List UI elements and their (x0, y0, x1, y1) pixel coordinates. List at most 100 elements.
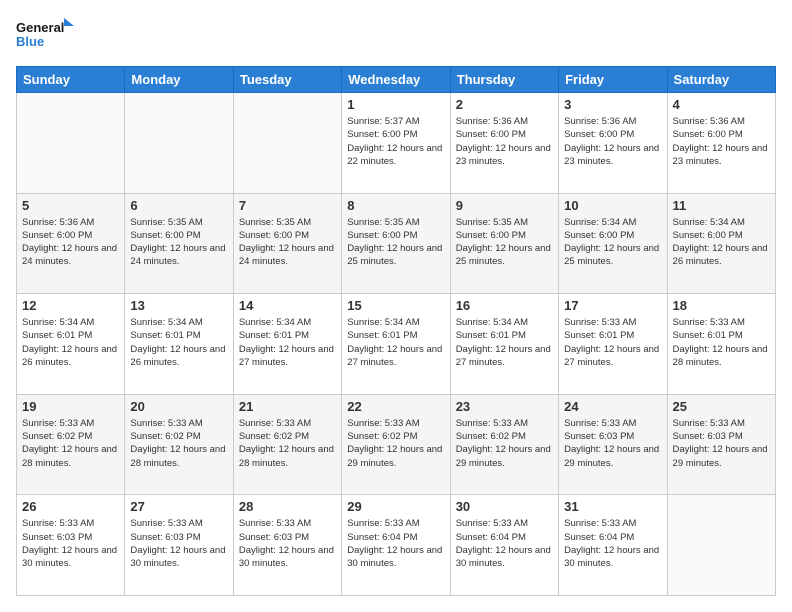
day-info: Sunrise: 5:33 AM Sunset: 6:03 PM Dayligh… (239, 517, 336, 570)
day-info: Sunrise: 5:33 AM Sunset: 6:03 PM Dayligh… (22, 517, 119, 570)
day-number: 1 (347, 97, 444, 112)
day-number: 27 (130, 499, 227, 514)
day-number: 2 (456, 97, 553, 112)
day-number: 5 (22, 198, 119, 213)
day-header-tuesday: Tuesday (233, 67, 341, 93)
day-info: Sunrise: 5:36 AM Sunset: 6:00 PM Dayligh… (456, 115, 553, 168)
day-number: 4 (673, 97, 770, 112)
day-number: 11 (673, 198, 770, 213)
calendar-cell: 14 Sunrise: 5:34 AM Sunset: 6:01 PM Dayli… (233, 294, 341, 395)
day-header-friday: Friday (559, 67, 667, 93)
day-info: Sunrise: 5:33 AM Sunset: 6:01 PM Dayligh… (564, 316, 661, 369)
day-number: 12 (22, 298, 119, 313)
calendar-cell: 17 Sunrise: 5:33 AM Sunset: 6:01 PM Dayli… (559, 294, 667, 395)
calendar-cell (125, 93, 233, 194)
day-number: 9 (456, 198, 553, 213)
day-number: 13 (130, 298, 227, 313)
calendar-cell: 31 Sunrise: 5:33 AM Sunset: 6:04 PM Dayli… (559, 495, 667, 596)
day-number: 19 (22, 399, 119, 414)
calendar-cell: 9Sunrise: 5:35 AM Sunset: 6:00 PM Daylig… (450, 193, 558, 294)
day-number: 16 (456, 298, 553, 313)
day-number: 30 (456, 499, 553, 514)
day-info: Sunrise: 5:33 AM Sunset: 6:03 PM Dayligh… (564, 417, 661, 470)
day-info: Sunrise: 5:33 AM Sunset: 6:02 PM Dayligh… (347, 417, 444, 470)
day-number: 18 (673, 298, 770, 313)
calendar-cell: 6 Sunrise: 5:35 AM Sunset: 6:00 PM Daylig… (125, 193, 233, 294)
day-number: 8 (347, 198, 444, 213)
calendar-cell: 8 Sunrise: 5:35 AM Sunset: 6:00 PM Daylig… (342, 193, 450, 294)
calendar-cell: 28Sunrise: 5:33 AM Sunset: 6:03 PM Dayli… (233, 495, 341, 596)
calendar-cell: 1 Sunrise: 5:37 AM Sunset: 6:00 PM Daylig… (342, 93, 450, 194)
day-info: Sunrise: 5:34 AM Sunset: 6:01 PM Dayligh… (347, 316, 444, 369)
day-info: Sunrise: 5:33 AM Sunset: 6:02 PM Dayligh… (130, 417, 227, 470)
day-info: Sunrise: 5:33 AM Sunset: 6:02 PM Dayligh… (456, 417, 553, 470)
calendar-cell: 29Sunrise: 5:33 AM Sunset: 6:04 PM Dayli… (342, 495, 450, 596)
svg-text:General: General (16, 20, 64, 35)
day-number: 21 (239, 399, 336, 414)
day-number: 23 (456, 399, 553, 414)
day-number: 7 (239, 198, 336, 213)
day-number: 17 (564, 298, 661, 313)
day-info: Sunrise: 5:33 AM Sunset: 6:04 PM Dayligh… (456, 517, 553, 570)
calendar-cell: 3Sunrise: 5:36 AM Sunset: 6:00 PM Daylig… (559, 93, 667, 194)
calendar-cell: 30 Sunrise: 5:33 AM Sunset: 6:04 PM Dayli… (450, 495, 558, 596)
day-info: Sunrise: 5:34 AM Sunset: 6:00 PM Dayligh… (564, 216, 661, 269)
day-info: Sunrise: 5:33 AM Sunset: 6:01 PM Dayligh… (673, 316, 770, 369)
header: General Blue (16, 16, 776, 56)
day-header-monday: Monday (125, 67, 233, 93)
day-info: Sunrise: 5:33 AM Sunset: 6:02 PM Dayligh… (22, 417, 119, 470)
day-info: Sunrise: 5:34 AM Sunset: 6:00 PM Dayligh… (673, 216, 770, 269)
day-number: 10 (564, 198, 661, 213)
day-number: 24 (564, 399, 661, 414)
day-info: Sunrise: 5:34 AM Sunset: 6:01 PM Dayligh… (130, 316, 227, 369)
day-number: 6 (130, 198, 227, 213)
calendar-cell: 27 Sunrise: 5:33 AM Sunset: 6:03 PM Dayli… (125, 495, 233, 596)
day-info: Sunrise: 5:37 AM Sunset: 6:00 PM Dayligh… (347, 115, 444, 168)
day-number: 25 (673, 399, 770, 414)
day-number: 31 (564, 499, 661, 514)
day-info: Sunrise: 5:36 AM Sunset: 6:00 PM Dayligh… (22, 216, 119, 269)
calendar-cell: 2 Sunrise: 5:36 AM Sunset: 6:00 PM Daylig… (450, 93, 558, 194)
day-info: Sunrise: 5:36 AM Sunset: 6:00 PM Dayligh… (673, 115, 770, 168)
day-number: 29 (347, 499, 444, 514)
week-row-3: 12 Sunrise: 5:34 AM Sunset: 6:01 PM Dayli… (17, 294, 776, 395)
day-header-thursday: Thursday (450, 67, 558, 93)
calendar-cell: 11 Sunrise: 5:34 AM Sunset: 6:00 PM Dayli… (667, 193, 775, 294)
calendar-cell: 18 Sunrise: 5:33 AM Sunset: 6:01 PM Dayli… (667, 294, 775, 395)
week-row-1: 1 Sunrise: 5:37 AM Sunset: 6:00 PM Daylig… (17, 93, 776, 194)
day-number: 15 (347, 298, 444, 313)
day-info: Sunrise: 5:33 AM Sunset: 6:03 PM Dayligh… (673, 417, 770, 470)
day-info: Sunrise: 5:34 AM Sunset: 6:01 PM Dayligh… (22, 316, 119, 369)
day-info: Sunrise: 5:35 AM Sunset: 6:00 PM Dayligh… (239, 216, 336, 269)
calendar-cell: 5 Sunrise: 5:36 AM Sunset: 6:00 PM Daylig… (17, 193, 125, 294)
day-header-wednesday: Wednesday (342, 67, 450, 93)
day-header-sunday: Sunday (17, 67, 125, 93)
calendar-cell: 10 Sunrise: 5:34 AM Sunset: 6:00 PM Dayli… (559, 193, 667, 294)
day-info: Sunrise: 5:33 AM Sunset: 6:02 PM Dayligh… (239, 417, 336, 470)
day-number: 14 (239, 298, 336, 313)
week-row-4: 19 Sunrise: 5:33 AM Sunset: 6:02 PM Dayli… (17, 394, 776, 495)
calendar-cell: 7 Sunrise: 5:35 AM Sunset: 6:00 PM Daylig… (233, 193, 341, 294)
calendar-cell (233, 93, 341, 194)
calendar-cell: 16Sunrise: 5:34 AM Sunset: 6:01 PM Dayli… (450, 294, 558, 395)
week-row-5: 26Sunrise: 5:33 AM Sunset: 6:03 PM Dayli… (17, 495, 776, 596)
day-header-row: SundayMondayTuesdayWednesdayThursdayFrid… (17, 67, 776, 93)
calendar-cell: 4 Sunrise: 5:36 AM Sunset: 6:00 PM Daylig… (667, 93, 775, 194)
calendar-cell (667, 495, 775, 596)
calendar-cell: 22 Sunrise: 5:33 AM Sunset: 6:02 PM Dayli… (342, 394, 450, 495)
day-info: Sunrise: 5:35 AM Sunset: 6:00 PM Dayligh… (347, 216, 444, 269)
day-info: Sunrise: 5:35 AM Sunset: 6:00 PM Dayligh… (130, 216, 227, 269)
day-info: Sunrise: 5:34 AM Sunset: 6:01 PM Dayligh… (239, 316, 336, 369)
day-info: Sunrise: 5:33 AM Sunset: 6:04 PM Dayligh… (564, 517, 661, 570)
calendar-cell: 25 Sunrise: 5:33 AM Sunset: 6:03 PM Dayli… (667, 394, 775, 495)
day-number: 22 (347, 399, 444, 414)
svg-text:Blue: Blue (16, 34, 44, 49)
calendar-cell: 23 Sunrise: 5:33 AM Sunset: 6:02 PM Dayli… (450, 394, 558, 495)
day-info: Sunrise: 5:33 AM Sunset: 6:03 PM Dayligh… (130, 517, 227, 570)
day-number: 20 (130, 399, 227, 414)
calendar-cell: 15 Sunrise: 5:34 AM Sunset: 6:01 PM Dayli… (342, 294, 450, 395)
week-row-2: 5 Sunrise: 5:36 AM Sunset: 6:00 PM Daylig… (17, 193, 776, 294)
day-number: 3 (564, 97, 661, 112)
logo-svg: General Blue (16, 16, 76, 56)
calendar-cell: 19 Sunrise: 5:33 AM Sunset: 6:02 PM Dayli… (17, 394, 125, 495)
